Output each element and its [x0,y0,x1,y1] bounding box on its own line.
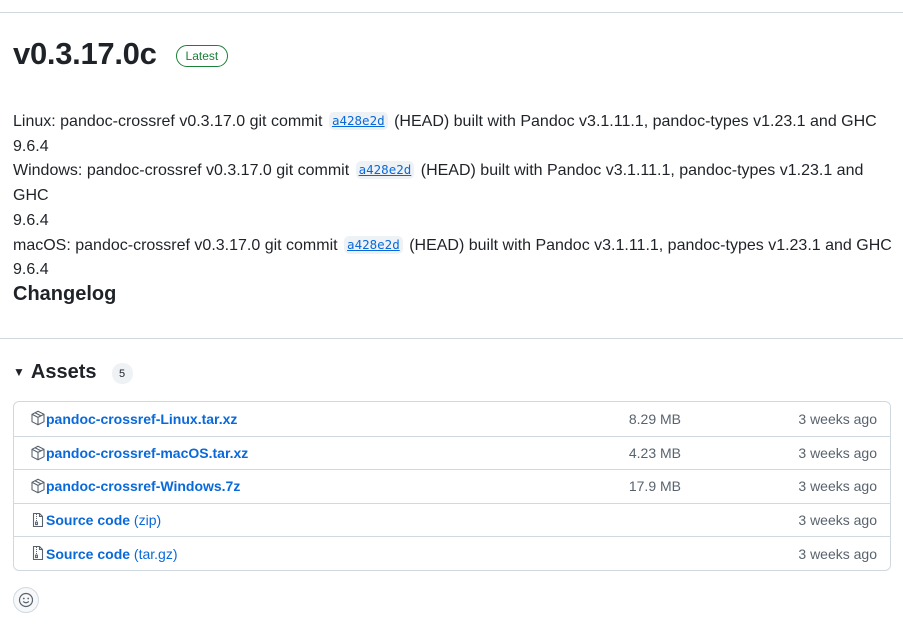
assets-count-badge: 5 [111,363,133,384]
asset-format: (tar.gz) [133,545,178,562]
note-text: (HEAD) built with Pandoc v3.1.11.1, pand… [409,236,892,254]
asset-name: pandoc-crossref-Linux.tar.xz [46,410,238,427]
package-icon [31,410,45,426]
note-platform: Linux: [13,113,56,130]
note-line-windows: Windows: pandoc-crossref v0.3.17.0 git c… [13,159,898,208]
asset-download-link[interactable]: pandoc-crossref-macOS.tar.xz [46,445,248,461]
file-zip-icon [32,546,44,561]
asset-name: Source code [46,545,131,562]
note-text: pandoc-crossref v0.3.17.0 git commit [75,236,338,254]
source-code-targz-link[interactable]: Source code (tar.gz) [46,546,178,562]
asset-row: Source code (zip) 3 weeks ago [14,502,890,537]
commit-link[interactable]: a428e2d [355,161,415,180]
commit-link[interactable]: a428e2d [328,112,388,130]
note-text: pandoc-crossref v0.3.17.0 git commit [86,162,350,180]
asset-size: 17.9 MB [628,478,681,495]
section-divider [0,338,903,339]
asset-name: pandoc-crossref-macOS.tar.xz [46,444,249,461]
source-code-zip-link[interactable]: Source code (zip) [46,512,161,528]
asset-date: 3 weeks ago [798,410,877,427]
assets-list: pandoc-crossref-Linux.tar.xz 8.29 MB 3 w… [13,401,891,571]
caret-down-icon: ▼ [13,365,25,379]
asset-name: Source code [46,512,131,529]
asset-row: pandoc-crossref-macOS.tar.xz 4.23 MB 3 w… [14,435,890,470]
note-text: pandoc-crossref v0.3.17.0 git commit [60,113,323,130]
note-line-wrap: 9.6.4 [13,261,49,279]
changelog-heading: Changelog [13,283,117,305]
note-line-macos: macOS: pandoc-crossref v0.3.17.0 git com… [13,234,898,259]
smiley-icon [18,592,34,608]
asset-row: pandoc-crossref-Windows.7z 17.9 MB 3 wee… [14,469,890,503]
assets-toggle[interactable]: ▼ Assets 5 [13,360,133,384]
note-line-linux: Linux: pandoc-crossref v0.3.17.0 git com… [13,110,898,135]
note-text: (HEAD) built with Pandoc v3.1.11.1, pand… [394,113,877,130]
asset-row: Source code (tar.gz) 3 weeks ago [14,536,890,570]
note-platform: macOS: [13,236,71,254]
asset-row: pandoc-crossref-Linux.tar.xz 8.29 MB 3 w… [14,402,890,436]
asset-date: 3 weeks ago [798,545,877,562]
note-platform: Windows: [13,162,83,180]
asset-download-link[interactable]: pandoc-crossref-Windows.7z [46,478,240,494]
note-line-wrap: 9.6.4 [13,211,49,229]
note-line-wrap: 9.6.4 [13,137,49,155]
assets-title: Assets [30,360,97,383]
add-reaction-button[interactable] [13,587,39,613]
asset-name: pandoc-crossref-Windows.7z [46,478,241,495]
release-header: v0.3.17.0c Latest [13,36,229,72]
top-divider [0,12,903,13]
asset-format: (zip) [133,512,162,529]
asset-size: 4.23 MB [628,444,681,461]
package-icon [31,445,45,461]
asset-download-link[interactable]: pandoc-crossref-Linux.tar.xz [46,411,237,427]
asset-size: 8.29 MB [628,410,681,427]
latest-badge: Latest [175,45,229,67]
release-notes: Linux: pandoc-crossref v0.3.17.0 git com… [13,110,898,283]
commit-link[interactable]: a428e2d [344,235,403,254]
file-zip-icon [32,512,44,527]
package-icon [31,478,45,494]
asset-date: 3 weeks ago [798,512,877,529]
asset-date: 3 weeks ago [798,444,877,461]
release-title[interactable]: v0.3.17.0c [13,36,157,72]
asset-date: 3 weeks ago [798,478,877,495]
